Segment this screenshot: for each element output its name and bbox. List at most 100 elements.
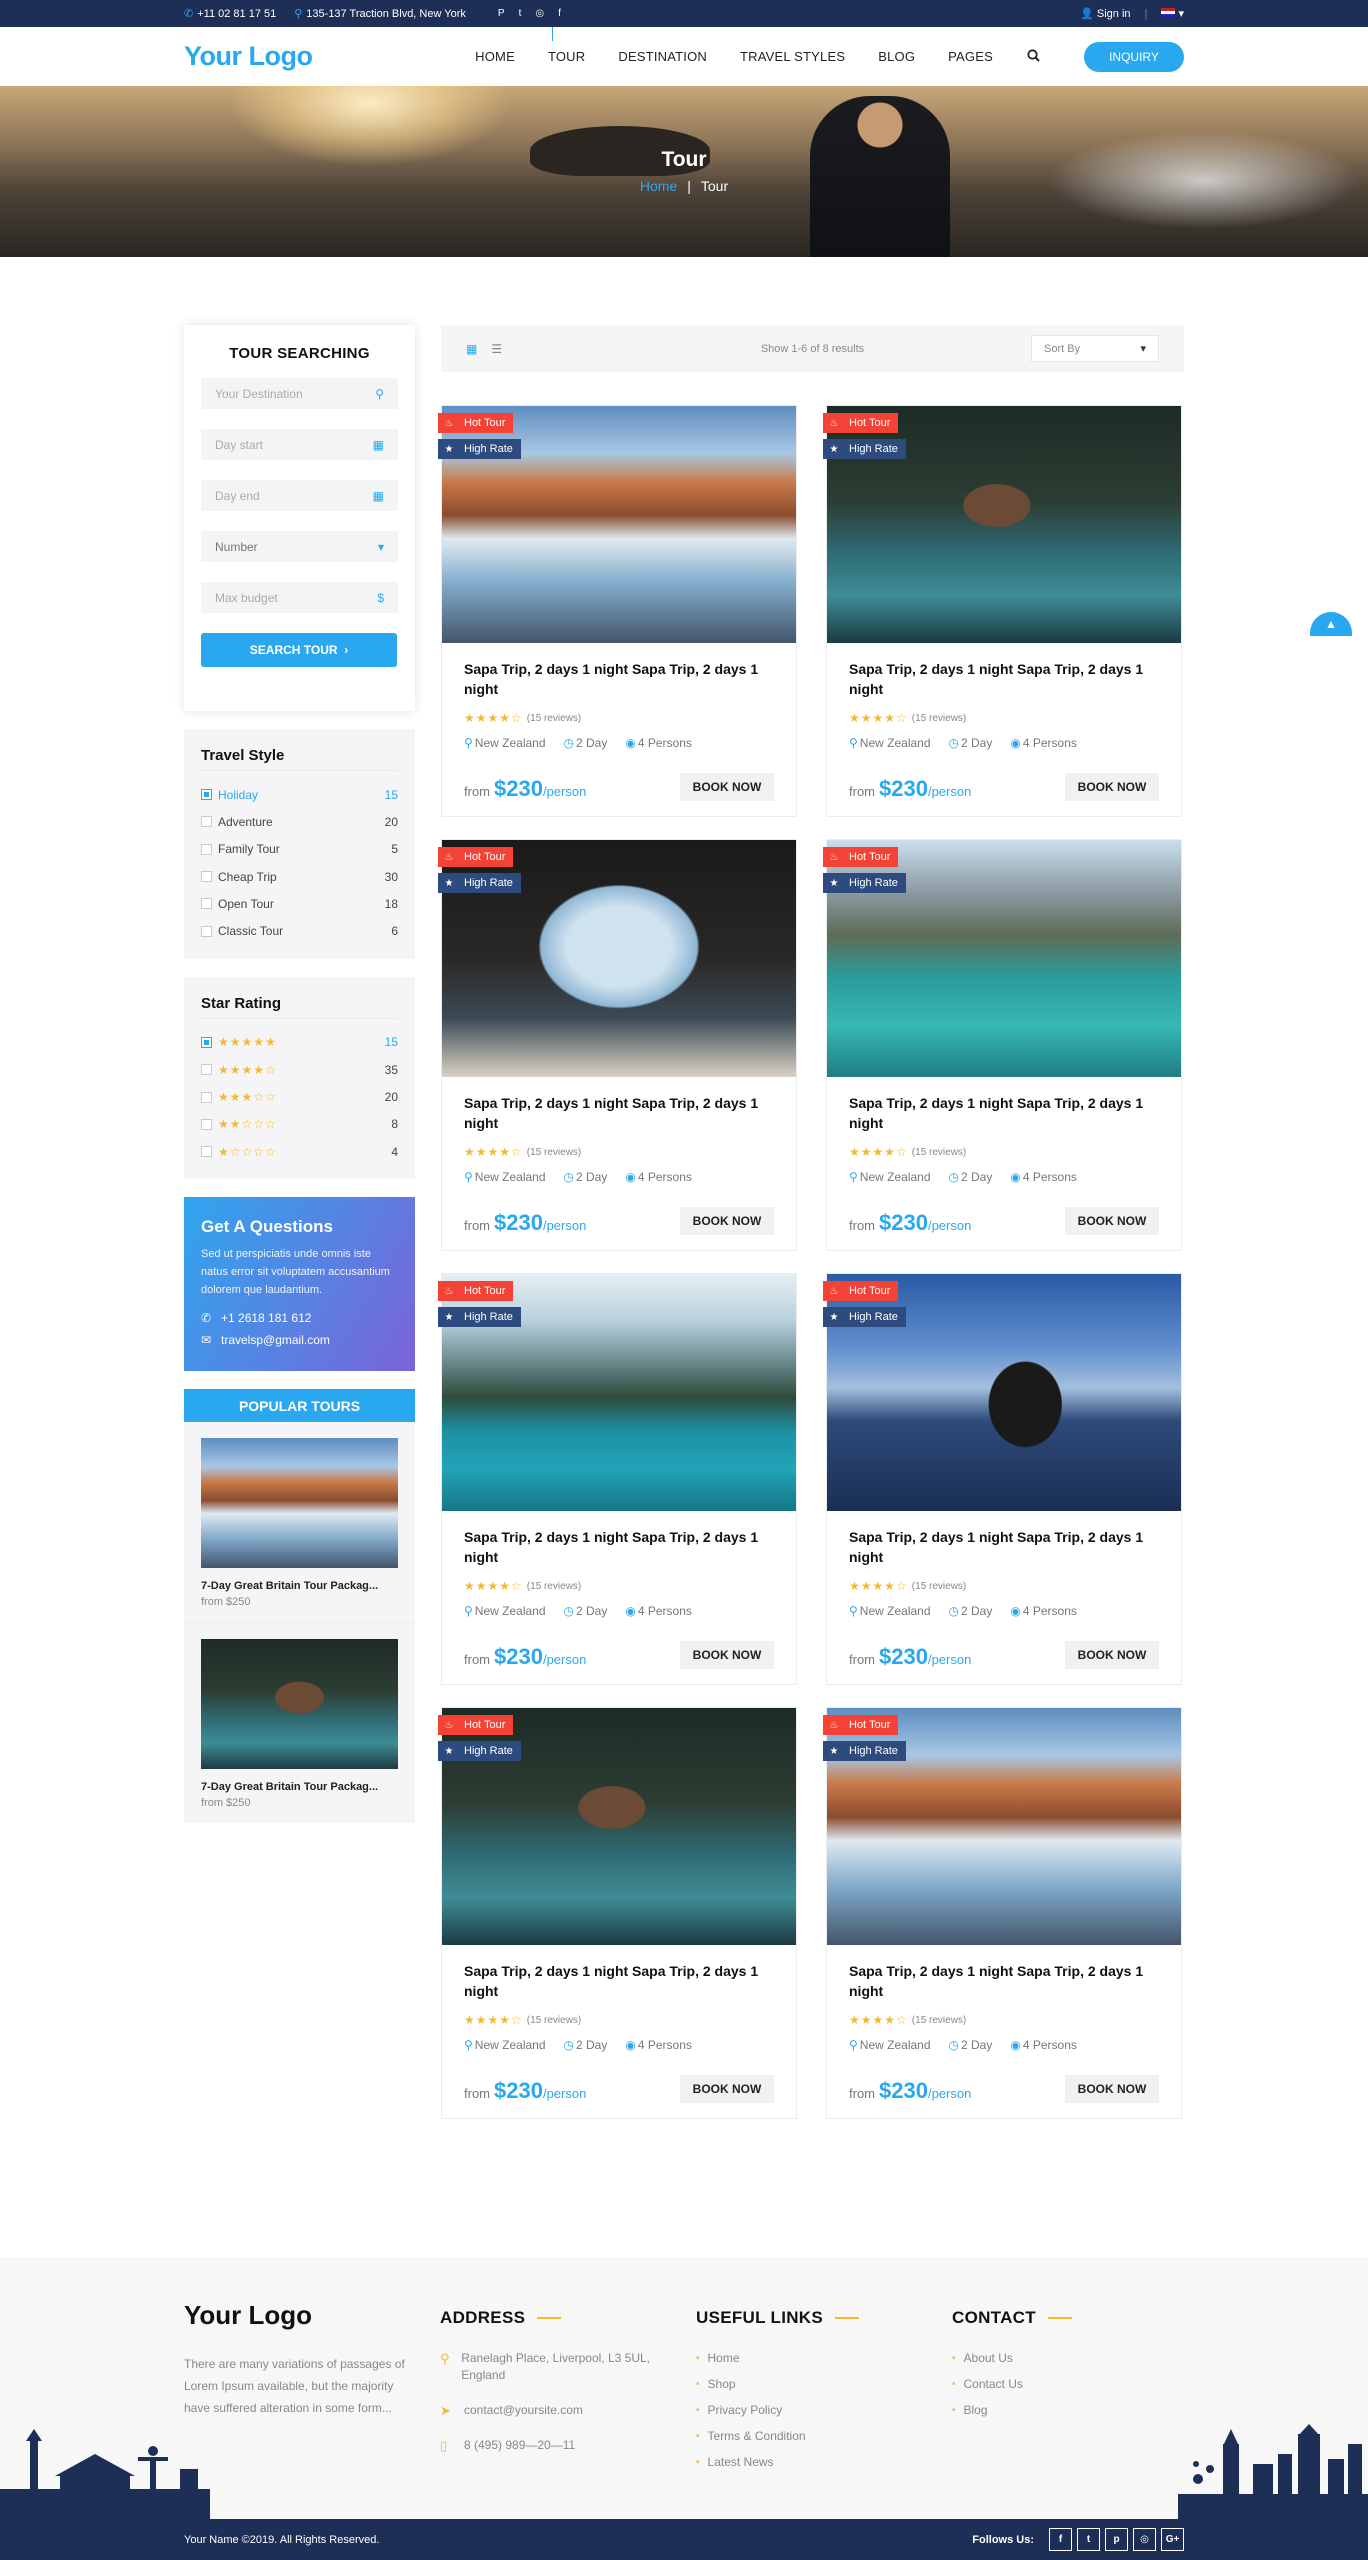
tour-title[interactable]: Sapa Trip, 2 days 1 night Sapa Trip, 2 d… [464,1527,774,1567]
language-select[interactable]: ▾ [1161,7,1184,20]
popular-tour-image[interactable] [201,1438,398,1569]
footer-link-about[interactable]: About Us [952,2345,1072,2371]
book-now-button[interactable]: BOOK NOW [680,773,774,801]
popular-tour-title[interactable]: 7-Day Great Britain Tour Packag... [201,1781,398,1793]
breadcrumb-home[interactable]: Home [640,178,677,194]
footer-link-privacy[interactable]: Privacy Policy [696,2397,859,2423]
search-icon[interactable] [1027,48,1040,65]
inquiry-button[interactable]: INQUIRY [1084,41,1184,72]
book-now-button[interactable]: BOOK NOW [680,1641,774,1669]
destination-input[interactable]: Your Destination ⚲ [201,378,398,409]
popular-tour-image[interactable] [201,1639,398,1770]
checkbox[interactable] [201,843,212,855]
footer-email[interactable]: ➤ contact@yoursite.com [440,2402,670,2419]
sort-select[interactable]: Sort By ▾ [1031,335,1159,362]
tour-title[interactable]: Sapa Trip, 2 days 1 night Sapa Trip, 2 d… [464,1961,774,2001]
list-view-icon[interactable]: ☰ [491,342,502,356]
popular-tour-item[interactable]: 7-Day Great Britain Tour Packag... from … [184,1622,415,1824]
checkbox[interactable] [201,871,212,883]
book-now-button[interactable]: BOOK NOW [1065,1207,1159,1235]
book-now-button[interactable]: BOOK NOW [680,1207,774,1235]
footer-phone[interactable]: ▯ 8 (495) 989—20—11 [440,2437,670,2454]
tour-title[interactable]: Sapa Trip, 2 days 1 night Sapa Trip, 2 d… [464,1093,774,1133]
star-rating-item[interactable]: ★★★★☆ 35 [201,1056,398,1083]
tour-card[interactable]: ♨ Hot Tour ★ High Rate Sapa Trip, 2 days 1 n… [823,1707,1182,2119]
facebook-icon[interactable]: f [558,8,561,19]
day-end-input[interactable]: Day end ▦ [201,480,398,511]
tour-title[interactable]: Sapa Trip, 2 days 1 night Sapa Trip, 2 d… [849,659,1159,699]
nav-pages[interactable]: PAGES [948,49,993,64]
nav-travel-styles[interactable]: TRAVEL STYLES [740,49,845,64]
travel-style-item[interactable]: Cheap Trip 30 [201,863,398,890]
popular-tour-item[interactable]: 7-Day Great Britain Tour Packag... from … [184,1422,415,1623]
tour-title[interactable]: Sapa Trip, 2 days 1 night Sapa Trip, 2 d… [849,1093,1159,1133]
max-budget-input[interactable]: Max budget $ [201,582,398,613]
book-now-button[interactable]: BOOK NOW [1065,773,1159,801]
footer-link-terms[interactable]: Terms & Condition [696,2423,859,2449]
nav-tour[interactable]: TOUR [548,49,585,64]
travel-style-item[interactable]: Classic Tour 6 [201,917,398,944]
twitter-icon[interactable]: t [519,8,522,19]
scroll-top-button[interactable]: ▲ [1310,612,1352,636]
footer-link-contact[interactable]: Contact Us [952,2371,1072,2397]
popular-tour-title[interactable]: 7-Day Great Britain Tour Packag... [201,1580,398,1592]
tour-card[interactable]: ♨ Hot Tour ★ High Rate Sapa Trip, 2 days 1 n… [438,405,797,817]
number-select[interactable]: Number ▾ [201,531,398,562]
checkbox[interactable] [201,816,212,828]
tour-card[interactable]: ♨ Hot Tour ★ High Rate Sapa Trip, 2 days 1 n… [823,405,1182,817]
tour-card[interactable]: ♨ Hot Tour ★ High Rate Sapa Trip, 2 days 1 n… [438,1707,797,2119]
tour-title[interactable]: Sapa Trip, 2 days 1 night Sapa Trip, 2 d… [849,1527,1159,1567]
nav-home[interactable]: HOME [475,49,515,64]
checkbox[interactable] [201,1146,212,1158]
topbar-phone[interactable]: ✆ +11 02 81 17 51 [184,7,276,21]
signin-link[interactable]: 👤 Sign in [1080,7,1130,20]
checkbox[interactable] [201,789,212,801]
tour-card[interactable]: ♨ Hot Tour ★ High Rate Sapa Trip, 2 days 1 n… [438,839,797,1251]
question-email[interactable]: ✉ travelsp@gmail.com [201,1329,398,1351]
footer-link-shop[interactable]: Shop [696,2371,859,2397]
map-pin-icon: ⚲ [464,1170,473,1184]
checkbox[interactable] [201,1036,212,1048]
checkbox[interactable] [201,1091,212,1103]
day-start-input[interactable]: Day start ▦ [201,429,398,460]
tour-title[interactable]: Sapa Trip, 2 days 1 night Sapa Trip, 2 d… [464,659,774,699]
tour-card[interactable]: ♨ Hot Tour ★ High Rate Sapa Trip, 2 days 1 n… [438,1273,797,1685]
question-phone[interactable]: ✆ +1 2618 181 612 [201,1307,398,1329]
nav-destination[interactable]: DESTINATION [618,49,707,64]
pinterest-icon[interactable]: P [498,8,505,19]
footer-link-home[interactable]: Home [696,2345,859,2371]
tour-title[interactable]: Sapa Trip, 2 days 1 night Sapa Trip, 2 d… [849,1961,1159,2001]
google-plus-icon[interactable]: G+ [1161,2528,1184,2551]
book-now-button[interactable]: BOOK NOW [680,2075,774,2103]
instagram-icon[interactable]: ◎ [1133,2528,1156,2551]
tour-card[interactable]: ♨ Hot Tour ★ High Rate Sapa Trip, 2 days 1 n… [823,839,1182,1251]
travel-style-item[interactable]: Open Tour 18 [201,890,398,917]
grid-view-icon[interactable]: ▦ [466,342,477,356]
tour-card[interactable]: ♨ Hot Tour ★ High Rate Sapa Trip, 2 days 1 n… [823,1273,1182,1685]
site-logo[interactable]: Your Logo [184,41,313,72]
nav-blog[interactable]: BLOG [878,49,915,64]
checkbox[interactable] [201,1118,212,1130]
footer-link-blog[interactable]: Blog [952,2397,1072,2423]
travel-style-item[interactable]: Holiday 15 [201,781,398,808]
star-rating-item[interactable]: ★★★★★ 15 [201,1029,398,1056]
footer-logo[interactable]: Your Logo [184,2300,416,2331]
star-rating-item[interactable]: ★☆☆☆☆ 4 [201,1138,398,1165]
checkbox[interactable] [201,898,212,910]
book-now-button[interactable]: BOOK NOW [1065,2075,1159,2103]
travel-style-item[interactable]: Family Tour 5 [201,836,398,863]
star-rating-item[interactable]: ★★☆☆☆ 8 [201,1111,398,1138]
travel-style-item[interactable]: Adventure 20 [201,808,398,835]
pinterest-icon[interactable]: p [1105,2528,1128,2551]
clock-icon: ◷ [563,1170,574,1184]
instagram-icon[interactable]: ◎ [535,8,544,19]
twitter-icon[interactable]: t [1077,2528,1100,2551]
search-tour-button[interactable]: SEARCH TOUR › [201,633,397,667]
fire-icon: ♨ [829,1285,839,1297]
star-rating-item[interactable]: ★★★☆☆ 20 [201,1083,398,1110]
checkbox[interactable] [201,925,212,937]
book-now-button[interactable]: BOOK NOW [1065,1641,1159,1669]
facebook-icon[interactable]: f [1049,2528,1072,2551]
footer-link-news[interactable]: Latest News [696,2449,859,2475]
checkbox[interactable] [201,1064,212,1076]
